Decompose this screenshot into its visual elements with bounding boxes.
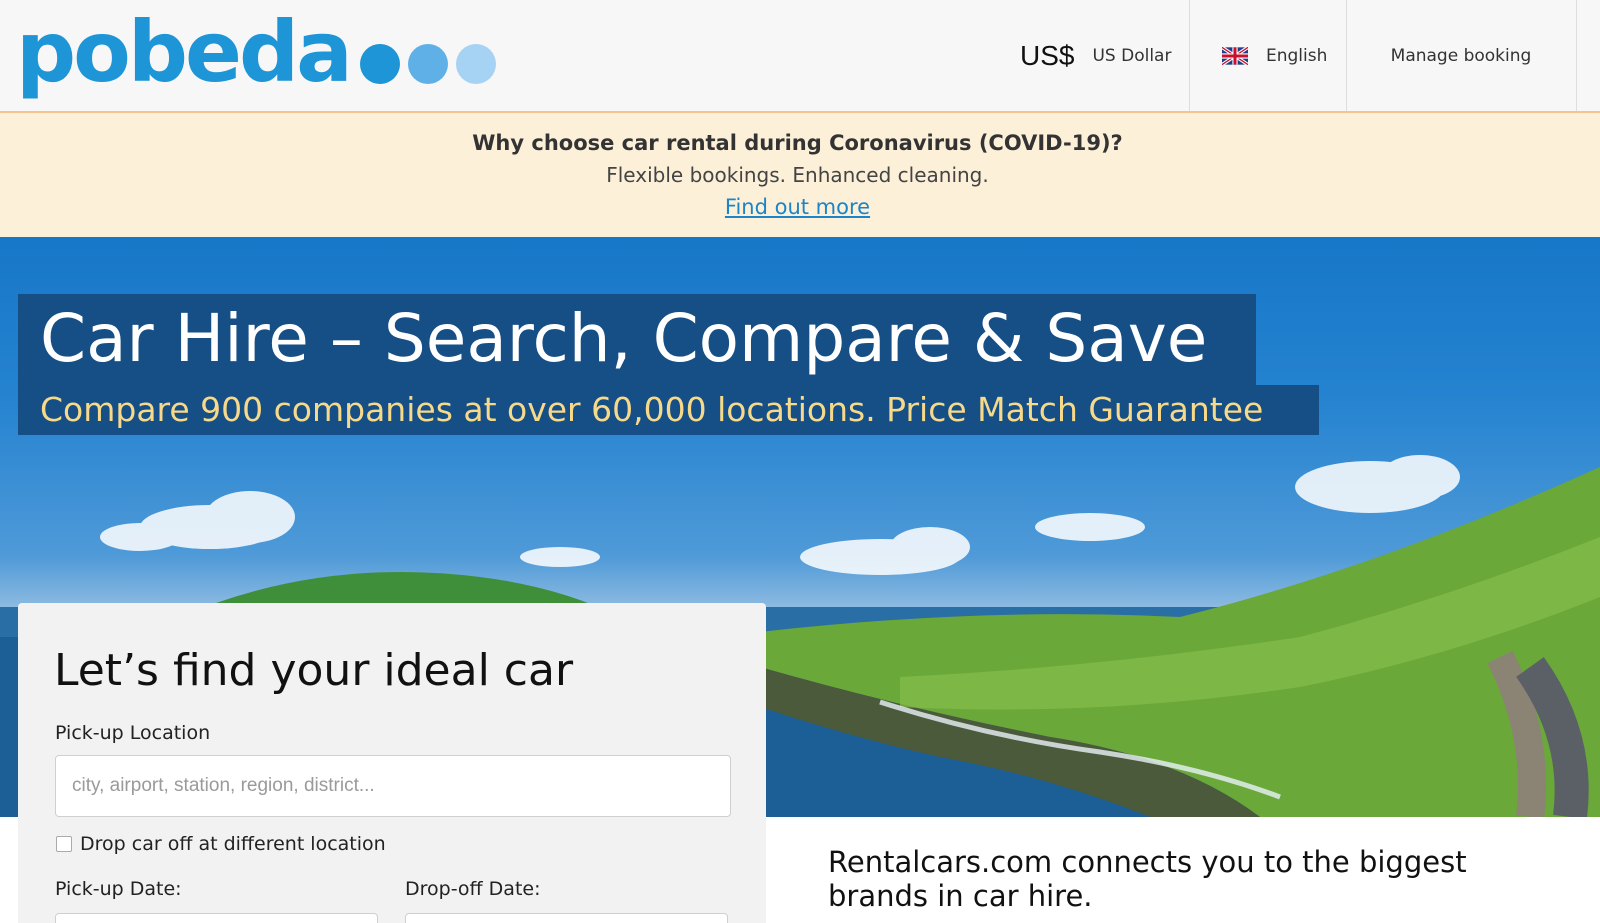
rentalcars-promo-text: Rentalcars.com connects you to the bigge… (828, 845, 1467, 913)
language-label: English (1266, 45, 1328, 66)
covid-banner: Why choose car rental during Coronavirus… (0, 113, 1600, 237)
pickup-location-label: Pick-up Location (55, 722, 211, 744)
pickup-date-input[interactable] (55, 913, 378, 923)
site-header: pobeda US$ US Dollar English Manage book… (0, 0, 1600, 113)
dropoff-date-input[interactable] (405, 913, 728, 923)
header-divider (1576, 0, 1577, 111)
covid-banner-title: Why choose car rental during Coronavirus… (472, 131, 1123, 155)
logo-text: pobeda (16, 3, 353, 101)
car-search-panel: Let’s find your ideal car Pick-up Locati… (18, 603, 766, 923)
uk-flag-icon (1222, 46, 1248, 65)
pickup-location-input[interactable] (55, 755, 731, 817)
manage-booking-label: Manage booking (1390, 45, 1532, 66)
logo-dot (455, 44, 496, 84)
hero-subtitle: Compare 900 companies at over 60,000 loc… (40, 390, 1264, 429)
drop-different-location-label[interactable]: Drop car off at different location (80, 833, 386, 855)
hero-title: Car Hire – Search, Compare & Save (40, 300, 1208, 377)
pobeda-logo[interactable]: pobeda (16, 6, 504, 98)
find-out-more-link[interactable]: Find out more (0, 195, 1595, 219)
logo-dot (407, 44, 448, 84)
currency-name: US Dollar (1092, 45, 1172, 66)
drop-different-location-checkbox[interactable] (56, 836, 72, 852)
language-selector[interactable]: English (1190, 0, 1346, 111)
logo-dot (359, 44, 400, 84)
covid-banner-subtitle: Flexible bookings. Enhanced cleaning. (606, 163, 989, 187)
search-panel-title: Let’s find your ideal car (54, 645, 574, 696)
logo-dots (359, 44, 504, 84)
pickup-date-label: Pick-up Date: (55, 878, 182, 900)
currency-selector[interactable]: US$ US Dollar (1020, 0, 1171, 111)
dropoff-date-label: Drop-off Date: (405, 878, 541, 900)
currency-symbol: US$ (1020, 39, 1075, 71)
manage-booking-link[interactable]: Manage booking (1346, 0, 1576, 111)
